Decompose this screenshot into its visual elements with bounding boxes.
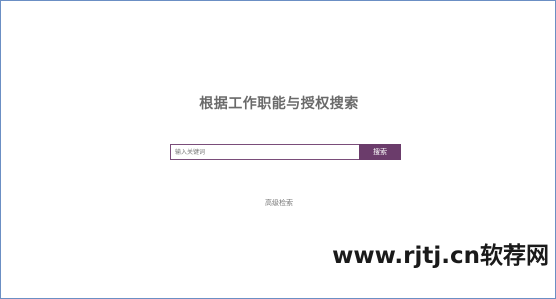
search-input[interactable]: [170, 144, 359, 160]
search-button[interactable]: 搜索: [359, 144, 401, 160]
advanced-search-link[interactable]: 高级检索: [1, 198, 556, 208]
watermark: www.rjtj.cn软荐网: [332, 243, 549, 269]
page-title: 根据工作职能与授权搜索: [199, 96, 359, 112]
page-frame: 根据工作职能与授权搜索 搜索 高级检索 www.rjtj.cn软荐网: [0, 0, 556, 299]
search-bar: 搜索: [170, 144, 401, 160]
